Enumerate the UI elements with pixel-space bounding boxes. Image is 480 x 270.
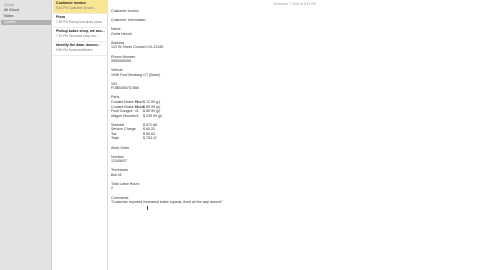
part-qty: x1 <box>135 109 139 114</box>
note-date: December 7, 2016 at 9:44 PM <box>273 2 316 6</box>
part-name: Fluid Gauges <box>111 109 133 114</box>
note-line: 5555555555 <box>111 59 131 64</box>
note-line: Phone Number <box>111 54 136 59</box>
note-line: Name <box>111 27 121 32</box>
note-item[interactable]: Pickup autos shop, we ass... 7:18 PM Set… <box>53 28 108 42</box>
note-line: FGBB4557S7866 <box>111 86 140 91</box>
total-label: Service Charge <box>111 127 136 132</box>
note-line: Number <box>111 154 124 159</box>
note-line: Technician <box>111 168 128 173</box>
note-line: 2 <box>111 186 113 191</box>
note-line: VIN <box>111 81 117 86</box>
note-line: Total Labor Hours <box>111 181 140 186</box>
part-price: $ 89.99 (p) <box>143 109 161 114</box>
note-title: Pickup autos shop, we ass... <box>56 29 105 33</box>
note-item[interactable]: Pizza 7:35 PM Pizza pizza pizza pizza <box>53 14 108 28</box>
part-qty: x1 <box>135 104 139 109</box>
total-value: $ 80.63 <box>143 131 155 136</box>
note-subtitle: 9:44 PM Customer Invoice... <box>56 6 97 10</box>
note-line: "Customer reported increased brake squea… <box>111 200 223 205</box>
note-title: Pizza <box>56 15 65 19</box>
note-line: Work Order <box>111 145 130 150</box>
note-item[interactable]: Identify the data: docum... 5:55 PM Docu… <box>53 42 108 56</box>
notes-list: Customer invoice 9:44 PM Customer Invoic… <box>53 0 108 270</box>
sidebar-item-quotes[interactable]: Quotes <box>1 20 51 25</box>
note-editor[interactable]: December 7, 2016 at 9:44 PM Customer inv… <box>109 0 480 270</box>
sidebar-item-notes[interactable]: Notes <box>1 14 51 19</box>
total-value: $ 753.47 <box>143 136 157 141</box>
part-price: $ 239.99 (p) <box>143 113 163 118</box>
note-line: Parts <box>111 95 120 100</box>
note-line: Address <box>111 40 125 45</box>
part-qty: x1 <box>135 113 139 118</box>
text-cursor <box>147 206 148 210</box>
part-name: Wagon Mounts <box>111 113 136 118</box>
note-subtitle: 5:55 PM Document/Notes <box>56 48 93 52</box>
part-row: Coolant Brake Fluidx1 $ 12.99 (p) <box>111 100 160 104</box>
sidebar: iCloud All iCloud Notes Quotes <box>0 0 52 270</box>
note-subtitle: 7:35 PM Pizza pizza pizza pizza <box>56 20 102 24</box>
part-price: $ 12.99 (p) <box>143 100 161 104</box>
total-label: Subtotal <box>111 122 125 127</box>
note-line: 123 W Street Concord CA 12345 <box>111 45 164 50</box>
note-subtitle: 7:18 PM Set autos shop tow... <box>56 34 99 38</box>
total-row: Service Charge $ 60.20 <box>111 127 155 131</box>
total-row: Total $ 753.47 <box>111 136 157 140</box>
sidebar-item-all-icloud[interactable]: All iCloud <box>1 8 51 13</box>
note-title: Identify the data: docum... <box>56 43 101 47</box>
part-row: Wagon Mountsx1 $ 239.99 (p) <box>111 114 162 118</box>
total-label: Tax <box>111 131 117 136</box>
note-heading: Customer invoice <box>111 9 139 13</box>
note-line: Vehicle <box>111 68 123 73</box>
sidebar-section-label: iCloud <box>4 3 14 7</box>
note-title: Customer invoice <box>56 1 87 5</box>
total-value: $ 872.88 <box>143 122 157 127</box>
note-line: Customer Information <box>111 18 146 23</box>
part-row: Fluid Gauges x1 $ 89.99 (p) <box>111 109 160 113</box>
note-line: 12345637 <box>111 159 127 164</box>
total-value: $ 60.20 <box>143 127 155 132</box>
total-row: Tax $ 80.63 <box>111 132 155 136</box>
part-name: Coolant Brake Fluid <box>111 100 143 104</box>
total-row: Subtotal $ 872.88 <box>111 123 157 127</box>
part-price: $ 89.95 (p) <box>143 104 161 109</box>
note-line: Greta Herold <box>111 31 132 36</box>
part-name: Coolant Brake Fluids <box>111 104 145 109</box>
note-line: Bob M. <box>111 172 123 177</box>
note-line: 1998 Ford Mustang GT (Black) <box>111 72 161 77</box>
note-line: Comments <box>111 195 129 200</box>
note-item[interactable]: Customer invoice 9:44 PM Customer Invoic… <box>53 0 108 14</box>
part-row: Coolant Brake Fluidsx1 $ 89.95 (p) <box>111 105 160 109</box>
part-qty: x1 <box>135 100 139 104</box>
total-label: Total <box>111 136 119 141</box>
